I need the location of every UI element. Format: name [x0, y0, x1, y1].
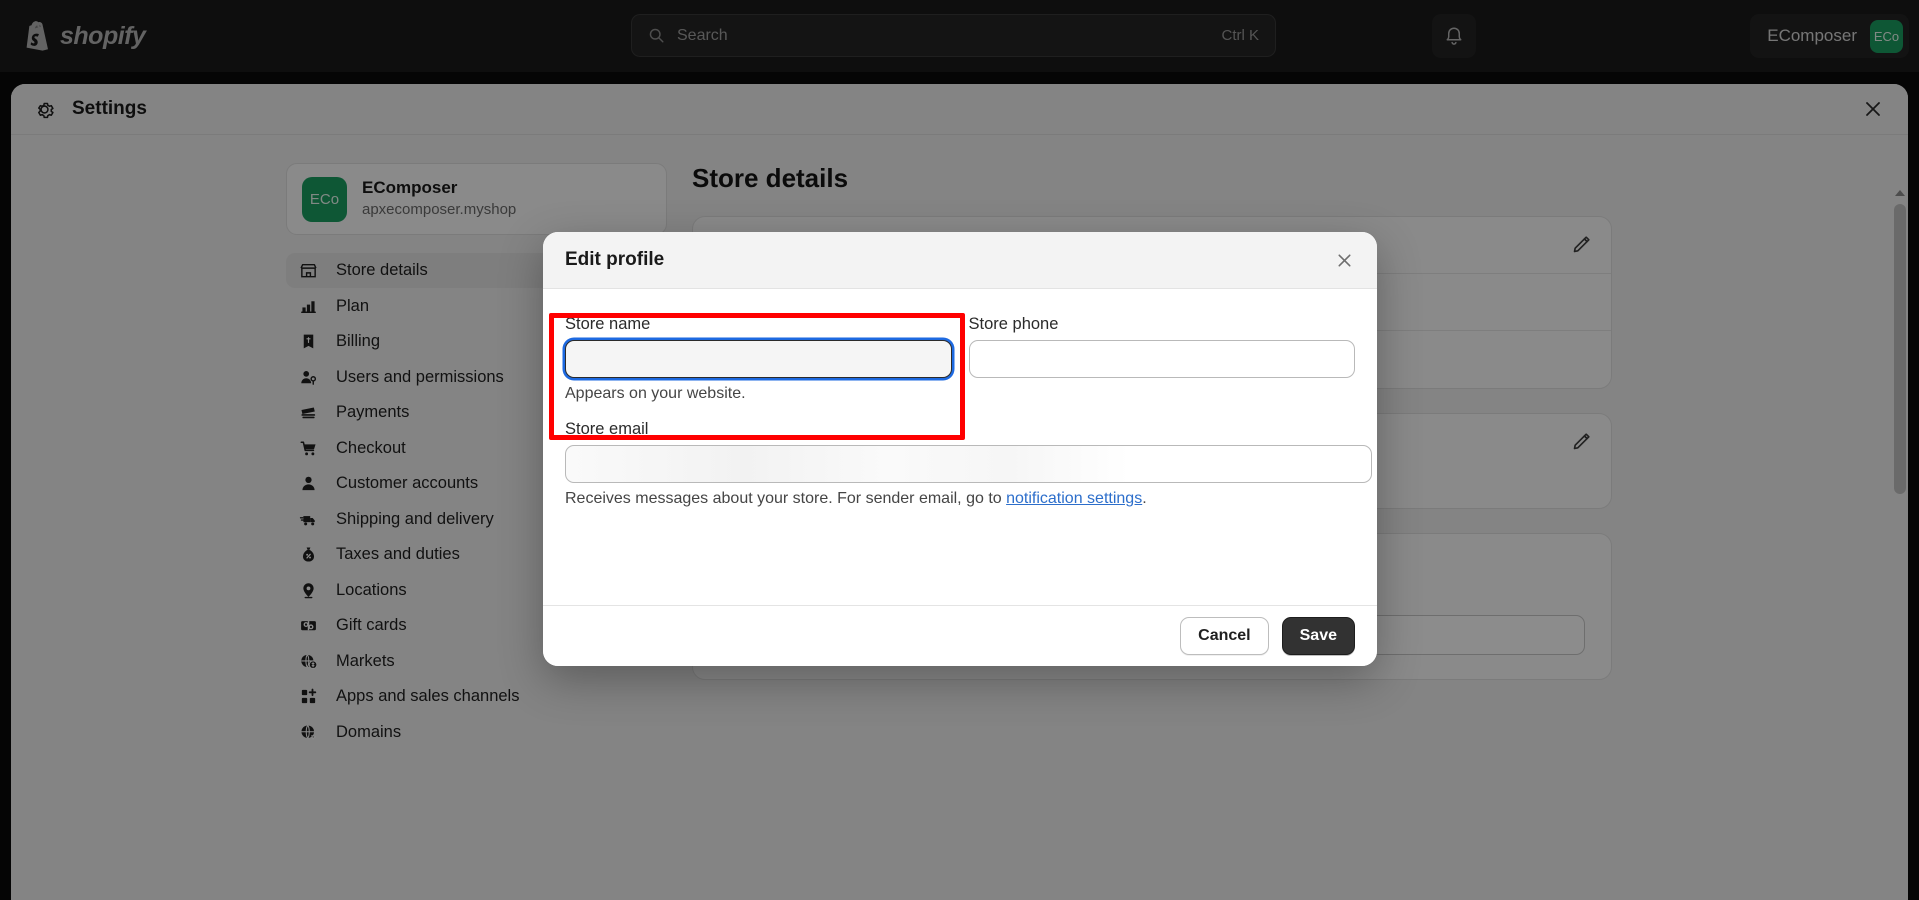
- shopify-wordmark: shopify: [60, 22, 145, 51]
- sidebar-item-apps-and-sales-channels[interactable]: Apps and sales channels: [286, 679, 667, 714]
- shopify-bag-icon: [25, 21, 51, 51]
- sidebar-item-domains[interactable]: Domains: [286, 715, 667, 750]
- screen-root: shopify Search Ctrl K EComposer ECo: [0, 0, 1919, 900]
- global-top-bar: shopify Search Ctrl K EComposer ECo: [0, 0, 1919, 72]
- search-icon: [648, 27, 665, 44]
- store-phone-field-group: Store phone: [969, 315, 1356, 403]
- store-email-help-text: Receives messages about your store. For …: [565, 490, 1372, 508]
- email-help-after: .: [1142, 490, 1146, 507]
- apps-grid-icon: [298, 686, 319, 707]
- person-icon: [298, 473, 319, 494]
- store-phone-label: Store phone: [969, 315, 1356, 334]
- users-icon: [298, 367, 319, 388]
- dialog-title: Edit profile: [565, 249, 664, 271]
- store-avatar: ECo: [302, 177, 347, 222]
- account-menu-button[interactable]: EComposer ECo: [1750, 14, 1909, 58]
- sidebar-item-label: Payments: [336, 403, 409, 422]
- store-card-name: EComposer: [362, 177, 516, 200]
- delivery-truck-icon: [298, 509, 319, 530]
- dialog-header: Edit profile: [543, 232, 1377, 289]
- close-dialog-button[interactable]: [1330, 246, 1358, 274]
- global-search-bar[interactable]: Search Ctrl K: [631, 14, 1276, 57]
- store-name-help-text: Appears on your website.: [565, 385, 952, 403]
- storefront-icon: [298, 260, 319, 281]
- bell-icon: [1444, 26, 1464, 47]
- name-phone-row: Store name Appears on your website. Stor…: [565, 315, 1355, 403]
- notifications-button[interactable]: [1432, 14, 1476, 58]
- payments-card-icon: [298, 402, 319, 423]
- store-phone-input[interactable]: [969, 340, 1356, 378]
- plan-chart-icon: [298, 296, 319, 317]
- shopify-logo[interactable]: shopify: [25, 21, 145, 51]
- sidebar-item-label: Shipping and delivery: [336, 510, 494, 529]
- page-title: Settings: [72, 98, 147, 120]
- sidebar-item-label: Domains: [336, 723, 401, 742]
- save-button[interactable]: Save: [1282, 617, 1355, 655]
- store-name-field-group: Store name Appears on your website.: [565, 315, 952, 403]
- notification-settings-link[interactable]: notification settings: [1006, 490, 1142, 507]
- sidebar-item-label: Checkout: [336, 439, 406, 458]
- sidebar-item-label: Apps and sales channels: [336, 687, 519, 706]
- checkout-cart-icon: [298, 438, 319, 459]
- store-email-label: Store email: [565, 420, 1372, 439]
- markets-globe-icon: [298, 651, 319, 672]
- sidebar-item-label: Gift cards: [336, 616, 407, 635]
- dialog-body: Store name Appears on your website. Stor…: [543, 289, 1377, 605]
- close-icon: [1335, 251, 1354, 270]
- sidebar-item-label: Store details: [336, 261, 428, 280]
- sidebar-item-label: Markets: [336, 652, 395, 671]
- account-name: EComposer: [1767, 26, 1857, 46]
- edit-address-pencil-icon[interactable]: [1571, 432, 1593, 454]
- store-details-heading: Store details: [692, 163, 1908, 194]
- store-name-label: Store name: [565, 315, 952, 334]
- close-icon: [1863, 99, 1883, 119]
- store-email-field-group: Store email Receives messages about your…: [565, 420, 1372, 508]
- edit-profile-dialog: Edit profile Store name Appears on your …: [543, 232, 1377, 666]
- billing-receipt-icon: [298, 331, 319, 352]
- email-row: Store email Receives messages about your…: [565, 420, 1355, 508]
- dialog-footer: Cancel Save: [543, 605, 1377, 666]
- sidebar-item-label: Customer accounts: [336, 474, 478, 493]
- gear-icon: [34, 99, 55, 120]
- settings-scrollbar[interactable]: [1892, 186, 1908, 900]
- sidebar-item-label: Users and permissions: [336, 368, 504, 387]
- settings-header: Settings: [11, 84, 1908, 135]
- search-placeholder: Search: [677, 27, 1222, 45]
- sidebar-item-label: Plan: [336, 297, 369, 316]
- edit-profile-pencil-icon[interactable]: [1571, 235, 1593, 257]
- gift-card-icon: [298, 615, 319, 636]
- search-shortcut-hint: Ctrl K: [1222, 27, 1260, 44]
- email-help-before: Receives messages about your store. For …: [565, 490, 1006, 507]
- scroll-up-arrow-icon[interactable]: [1895, 190, 1905, 196]
- cancel-button[interactable]: Cancel: [1180, 617, 1268, 655]
- store-profile-card[interactable]: ECo EComposer apxecomposer.myshop: [286, 163, 667, 235]
- avatar: ECo: [1870, 20, 1903, 53]
- sidebar-item-label: Billing: [336, 332, 380, 351]
- store-email-input[interactable]: [565, 445, 1372, 483]
- domains-globe-icon: [298, 722, 319, 743]
- sidebar-item-label: Taxes and duties: [336, 545, 460, 564]
- store-name-input[interactable]: [565, 340, 952, 378]
- taxes-bag-icon: [298, 544, 319, 565]
- scrollbar-thumb[interactable]: [1894, 204, 1906, 494]
- location-pin-icon: [298, 580, 319, 601]
- store-card-domain: apxecomposer.myshop: [362, 200, 516, 220]
- sidebar-item-label: Locations: [336, 581, 407, 600]
- store-meta: EComposer apxecomposer.myshop: [362, 177, 516, 220]
- close-settings-button[interactable]: [1858, 94, 1888, 124]
